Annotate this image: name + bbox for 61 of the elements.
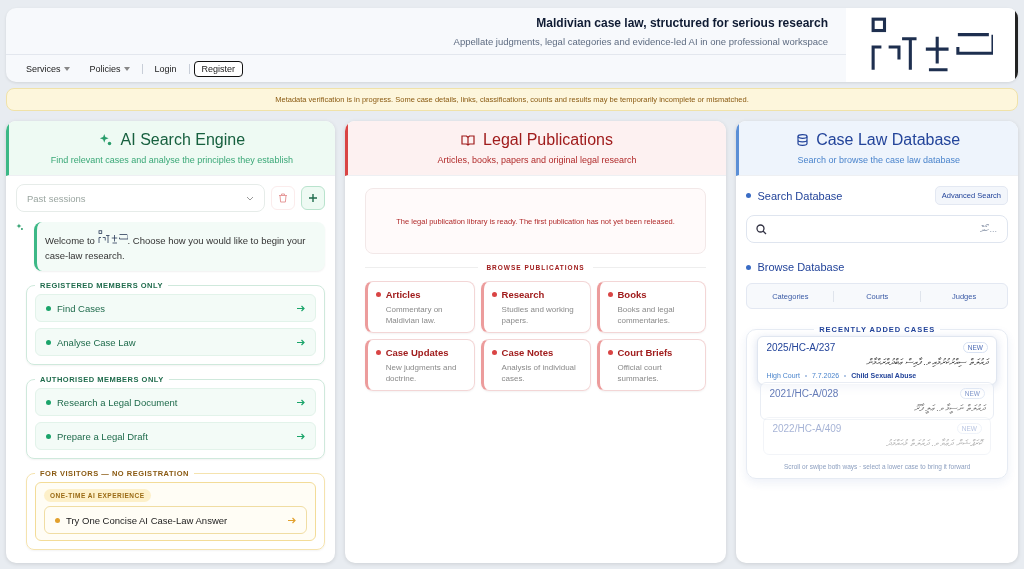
book-icon	[461, 134, 476, 146]
search-field[interactable]: ...ހޯދާ	[746, 215, 1008, 243]
category-card[interactable]: Case Updates New judgments and doctrine.	[364, 339, 475, 391]
logo	[97, 230, 128, 244]
category-card[interactable]: Books Books and legal commentaries.	[596, 281, 707, 333]
database-icon	[797, 134, 809, 146]
register-button[interactable]: Register	[193, 60, 244, 77]
panel-subtitle: Search or browse the case law database	[797, 155, 960, 165]
caret-icon	[123, 66, 130, 71]
panel-title: AI Search Engine	[120, 131, 246, 149]
category-title: Case Notes	[501, 347, 554, 358]
arrow-icon	[296, 432, 305, 440]
category-title: Court Briefs	[617, 347, 673, 358]
category-description: New judgments and doctrine.	[384, 362, 458, 385]
category-title: Books	[617, 289, 647, 300]
option-item[interactable]: Prepare a Legal Draft	[35, 422, 316, 451]
category-card[interactable]: Articles Commentary on Maldivian law.	[364, 281, 475, 333]
case-number: 2025/HC-A/237	[766, 342, 836, 353]
option-item[interactable]: Find Cases	[35, 294, 316, 323]
sparkle-icon	[16, 222, 24, 232]
trash-icon	[277, 193, 288, 203]
category-card[interactable]: Court Briefs Official court summaries.	[596, 339, 707, 391]
chevron-icon	[245, 194, 254, 202]
category-description: Official court summaries.	[616, 362, 663, 385]
panel-subtitle: Articles, books, papers and original legal research	[437, 155, 637, 165]
nav-menu[interactable]: Services	[18, 61, 78, 76]
category-title: Articles	[385, 289, 421, 300]
panel-title: Legal Publications	[483, 131, 613, 149]
category-description: Studies and working papers.	[500, 304, 575, 327]
caret-icon	[63, 66, 70, 71]
arrow-icon	[296, 398, 305, 406]
section-title: Browse Database	[757, 261, 845, 273]
category-title: Case Updates	[385, 347, 449, 358]
option-item[interactable]: Research a Legal Document	[35, 388, 316, 417]
sparkle-icon	[98, 133, 113, 147]
site-subtitle: Appellate judgments, legal categories and evidence-led AI in one professional workspace	[453, 35, 828, 47]
category-title: Research	[501, 289, 545, 300]
option-item[interactable]: Analyse Case Law	[35, 328, 316, 357]
arrow-icon	[296, 338, 305, 346]
case-title: ދައުލަތް ސިއްރުކުރުމާއި ވ. ފާއިސް ޢަބްދުއްރަޙްމާން	[865, 357, 988, 368]
category-card[interactable]: Case Notes Analysis of individual cases.	[480, 339, 591, 391]
nav-menu[interactable]: Policies	[81, 61, 138, 76]
plus-icon	[307, 193, 318, 203]
add-button[interactable]	[300, 186, 325, 210]
delete-button[interactable]	[270, 186, 295, 210]
welcome-message: Welcome to . Choose how you would like to begin your case-law research.	[33, 222, 325, 272]
category-description: Analysis of individual cases.	[500, 362, 577, 385]
category-description: Commentary on Maldivian law.	[384, 304, 444, 327]
login-link[interactable]: Login	[146, 61, 185, 76]
panel-title: Case Law Database	[816, 131, 961, 149]
category-card[interactable]: Research Studies and working papers.	[480, 281, 591, 333]
case-number: 2022/HC-A/409	[772, 423, 842, 434]
case-number: 2021/HC-A/028	[769, 388, 839, 399]
arrow-icon	[296, 304, 305, 312]
site-tagline: Maldivian case law, structured for serious research	[536, 15, 828, 30]
option-item[interactable]: Try One Concise AI Case-Law Answer	[44, 506, 307, 535]
category-description: Books and legal commentaries.	[616, 304, 676, 327]
arrow-icon	[287, 516, 296, 524]
section-title: Search Database	[757, 189, 843, 202]
panel-subtitle: Find relevant cases and analyse the principles they establish	[50, 155, 293, 165]
case-title: ދައުލަތް ނަސީމާ ވ. ޢަލީ ފާރޫ	[913, 403, 985, 414]
